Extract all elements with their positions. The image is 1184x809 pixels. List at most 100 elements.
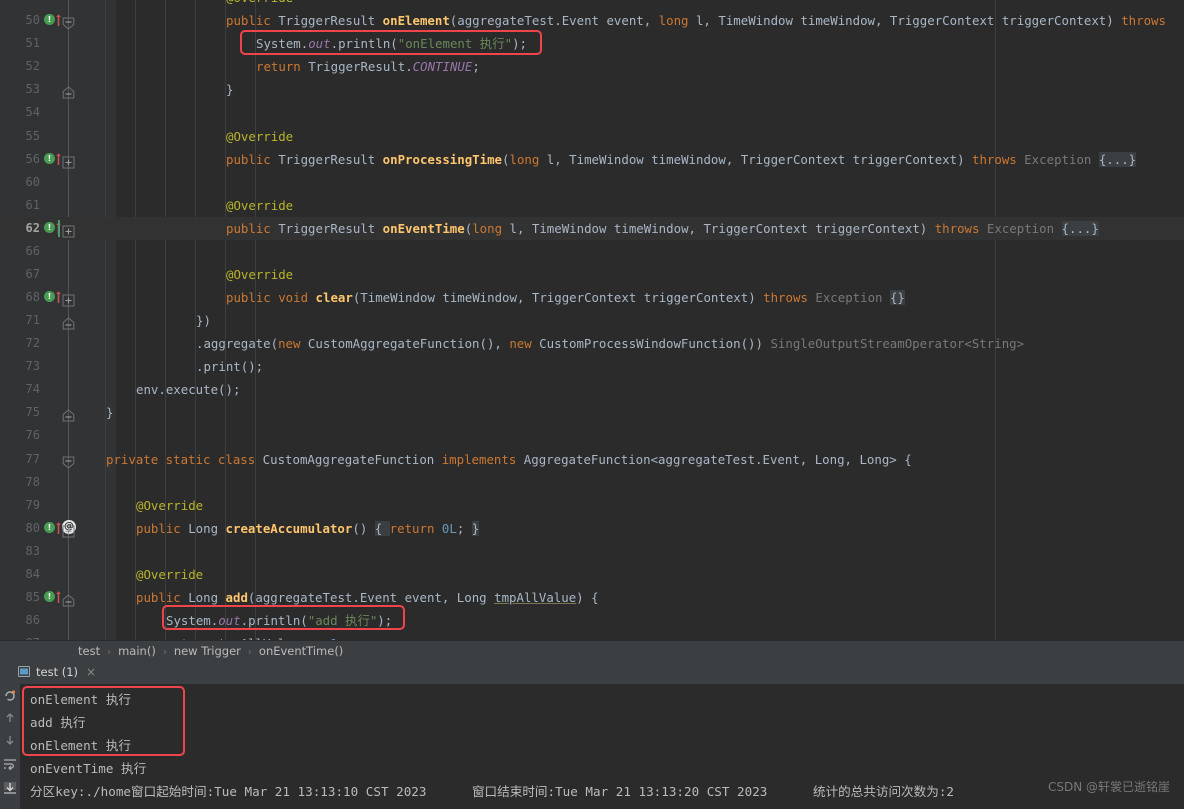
breadcrumb[interactable]: test › main() › new Trigger › onEventTime() bbox=[0, 640, 1184, 661]
code-text: return tmpAllValue += 1; bbox=[166, 632, 345, 640]
code-text: @Override bbox=[136, 567, 204, 582]
fold-expand-icon[interactable] bbox=[62, 153, 75, 169]
run-gutter-icon[interactable]: ! bbox=[44, 14, 61, 26]
code-text: @Override bbox=[136, 498, 204, 513]
line-number: 85 bbox=[25, 590, 40, 604]
code-line[interactable]: 85! public Long add(aggregateTest.Event e… bbox=[0, 586, 1184, 609]
code-line[interactable]: 73 .print(); bbox=[0, 355, 1184, 378]
tab-test-run[interactable]: test (1) × bbox=[18, 661, 96, 684]
line-number: 75 bbox=[25, 405, 40, 419]
fold-end-icon[interactable] bbox=[62, 406, 75, 422]
code-line[interactable]: 56! public TriggerResult onProcessingTime… bbox=[0, 148, 1184, 171]
code-line[interactable]: 61 @Override bbox=[0, 194, 1184, 217]
soft-wrap-icon[interactable] bbox=[3, 756, 17, 771]
scroll-to-end-icon[interactable] bbox=[3, 780, 17, 794]
code-text: .print(); bbox=[196, 359, 264, 374]
fold-expand-icon[interactable] bbox=[62, 522, 75, 538]
line-number: 71 bbox=[25, 313, 40, 327]
code-line[interactable]: 74 env.execute(); bbox=[0, 378, 1184, 401]
code-line[interactable]: 68! public void clear(TimeWindow timeWind… bbox=[0, 286, 1184, 309]
tool-window-tabs[interactable]: test (1) × bbox=[0, 661, 1184, 684]
fold-collapse-icon[interactable] bbox=[62, 14, 75, 30]
rerun-icon[interactable] bbox=[3, 688, 17, 702]
code-text: public Long createAccumulator() { return… bbox=[136, 521, 480, 536]
code-text: public TriggerResult onElement(aggregate… bbox=[226, 13, 1166, 28]
code-line[interactable]: 83 bbox=[0, 540, 1184, 563]
code-line[interactable]: 76 bbox=[0, 424, 1184, 447]
line-number: 74 bbox=[25, 382, 40, 396]
line-number: 50 bbox=[25, 13, 40, 27]
code-line[interactable]: 72 .aggregate(new CustomAggregateFunction… bbox=[0, 332, 1184, 355]
code-text: .aggregate(new CustomAggregateFunction()… bbox=[196, 336, 1025, 351]
fold-collapse-icon[interactable] bbox=[62, 453, 75, 469]
code-line[interactable]: 84 @Override bbox=[0, 563, 1184, 586]
ide-window: @Override 50! public TriggerResult onEleme… bbox=[0, 0, 1184, 809]
code-text: return TriggerResult.CONTINUE; bbox=[256, 59, 480, 74]
line-number: 73 bbox=[25, 359, 40, 373]
line-number: 68 bbox=[25, 290, 40, 304]
code-line[interactable]: 60 bbox=[0, 171, 1184, 194]
code-line[interactable]: 71}) bbox=[0, 309, 1184, 332]
breadcrumb-item[interactable]: test bbox=[78, 644, 100, 658]
scroll-down-icon[interactable] bbox=[3, 732, 17, 746]
code-line[interactable]: 75} bbox=[0, 401, 1184, 424]
line-number: 78 bbox=[25, 475, 40, 489]
code-text: @Override bbox=[226, 0, 293, 9]
line-number: 52 bbox=[25, 59, 40, 73]
fold-end-icon[interactable] bbox=[62, 83, 75, 99]
fold-end-icon[interactable] bbox=[62, 314, 75, 330]
code-line[interactable]: 51 System.out.println("onElement 执行"); bbox=[0, 32, 1184, 55]
code-text: @Override bbox=[226, 267, 294, 282]
run-gutter-icon[interactable]: ! bbox=[44, 591, 61, 603]
run-gutter-icon[interactable]: ! bbox=[44, 291, 61, 303]
code-editor[interactable]: @Override 50! public TriggerResult onEleme… bbox=[0, 0, 1184, 640]
breadcrumb-item[interactable]: onEventTime() bbox=[259, 644, 343, 658]
code-line[interactable]: 77 private static class CustomAggregateFu… bbox=[0, 448, 1184, 471]
run-gutter-icon[interactable]: ! bbox=[44, 522, 61, 534]
code-line[interactable]: 66 bbox=[0, 240, 1184, 263]
code-line[interactable]: 62! public TriggerResult onEventTime(long… bbox=[0, 217, 1184, 240]
tab-label: test (1) bbox=[36, 665, 79, 679]
vcs-change-marker bbox=[58, 220, 60, 237]
code-line[interactable]: 54 bbox=[0, 101, 1184, 124]
code-line[interactable]: 86 System.out.println("add 执行"); bbox=[0, 609, 1184, 632]
line-number: 51 bbox=[25, 36, 40, 50]
code-line[interactable]: 87 return tmpAllValue += 1; bbox=[0, 632, 1184, 640]
scroll-up-icon[interactable] bbox=[3, 710, 17, 724]
run-toolbar[interactable] bbox=[0, 684, 20, 809]
line-number: 77 bbox=[25, 452, 40, 466]
fold-expand-icon[interactable] bbox=[62, 222, 75, 238]
line-number: 80 bbox=[25, 521, 40, 535]
line-number: 67 bbox=[25, 267, 40, 281]
code-text: public void clear(TimeWindow timeWindow,… bbox=[226, 290, 905, 305]
code-text: @Override bbox=[226, 198, 294, 213]
breadcrumb-item[interactable]: new Trigger bbox=[174, 644, 241, 658]
code-line[interactable]: 55 @Override bbox=[0, 125, 1184, 148]
code-line[interactable]: 52 return TriggerResult.CONTINUE; bbox=[0, 55, 1184, 78]
code-line[interactable]: 67 @Override bbox=[0, 263, 1184, 286]
line-number: 60 bbox=[25, 175, 40, 189]
code-line[interactable]: 80! @ public Long createAccumulator() { re… bbox=[0, 517, 1184, 540]
code-text: }) bbox=[196, 313, 211, 328]
code-line[interactable]: @Override bbox=[0, 0, 1184, 9]
breadcrumb-item[interactable]: main() bbox=[118, 644, 156, 658]
line-number: 84 bbox=[25, 567, 40, 581]
close-icon[interactable]: × bbox=[86, 665, 96, 679]
console-line: onElement 执行 bbox=[30, 692, 132, 707]
code-line[interactable]: 78 bbox=[0, 471, 1184, 494]
code-text: System.out.println("onElement 执行"); bbox=[256, 36, 527, 51]
breadcrumb-separator: › bbox=[247, 647, 252, 658]
run-gutter-icon[interactable]: ! bbox=[44, 222, 61, 234]
fold-expand-icon[interactable] bbox=[62, 291, 75, 307]
fold-end-icon[interactable] bbox=[62, 591, 75, 607]
code-text: @Override bbox=[226, 129, 294, 144]
run-gutter-icon[interactable]: ! bbox=[44, 153, 61, 165]
code-text: } bbox=[226, 82, 234, 97]
code-line[interactable]: 79 @Override bbox=[0, 494, 1184, 517]
console-line: 分区key:./home窗口起始时间:Tue Mar 21 13:13:10 C… bbox=[30, 784, 954, 799]
code-line[interactable]: 53} bbox=[0, 78, 1184, 101]
console-line: onElement 执行 bbox=[30, 738, 132, 753]
line-number: 62 bbox=[25, 221, 40, 235]
code-line[interactable]: 50! public TriggerResult onElement(aggreg… bbox=[0, 9, 1184, 32]
console-output[interactable]: onElement 执行 add 执行 onElement 执行 onEventTim… bbox=[20, 684, 1184, 809]
